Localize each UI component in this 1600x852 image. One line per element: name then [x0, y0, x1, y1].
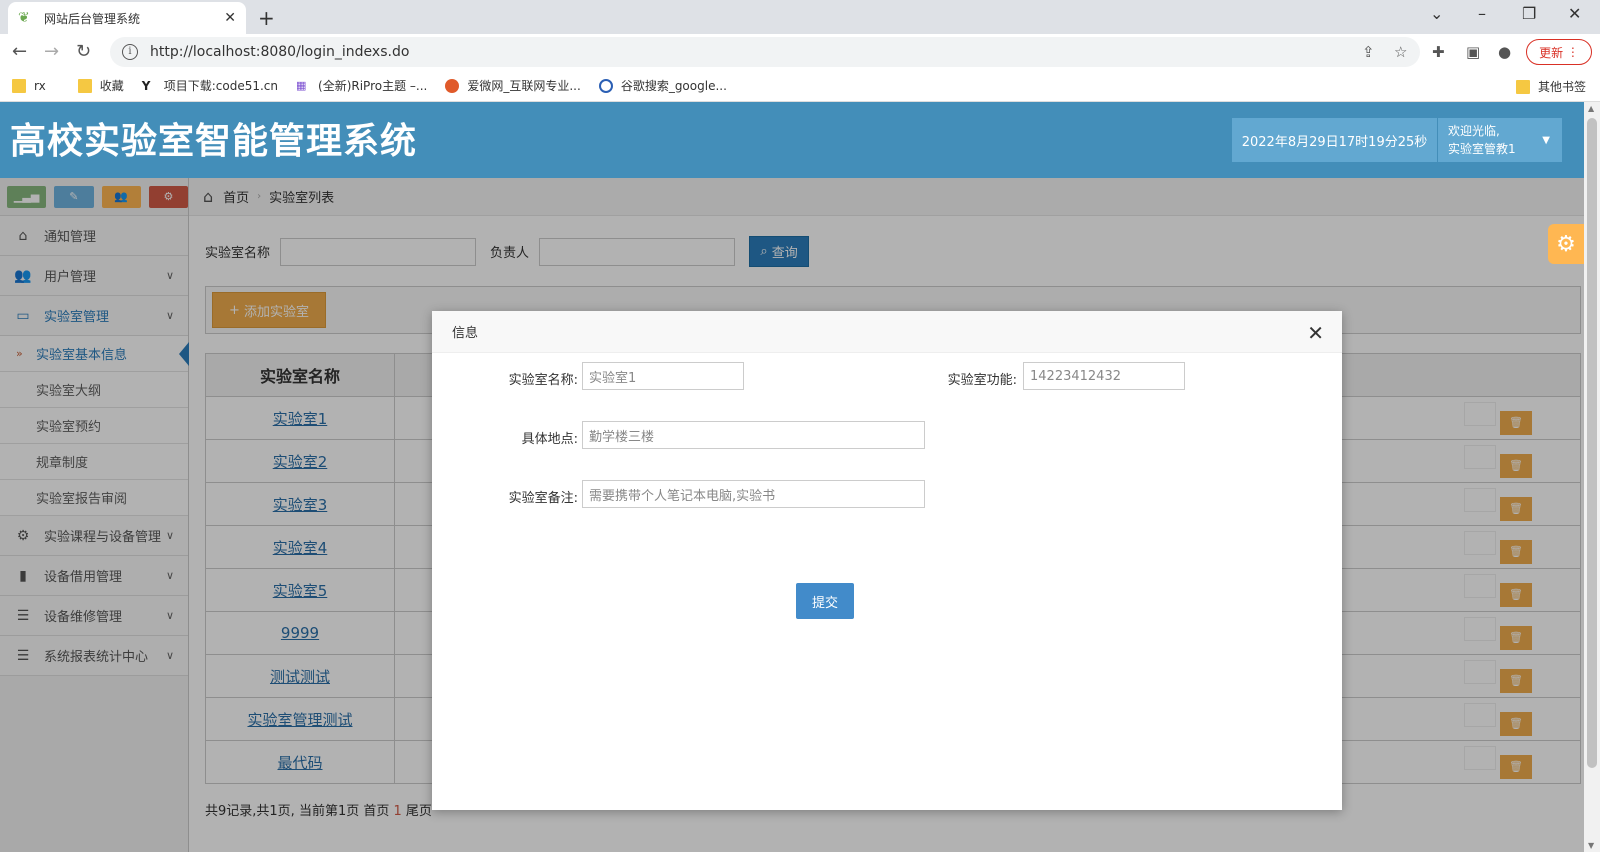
remark-field[interactable]: 需要携带个人笔记本电脑,实验书	[582, 480, 925, 508]
bookmark-label: 收藏	[99, 79, 124, 93]
info-dialog: 信息 ✕ 实验室名称: 实验室1 实验室功能: 14223412432 具体地点…	[432, 311, 1342, 810]
remark-label: 实验室备注:	[508, 491, 578, 506]
lab-function-field[interactable]: 14223412432	[1023, 362, 1185, 390]
share-icon[interactable]: ⇪	[1362, 43, 1375, 61]
dialog-header: 信息	[432, 311, 1342, 353]
browser-tab[interactable]: ❦ 网站后台管理系统 ✕	[8, 2, 246, 34]
welcome-text: 欢迎光临,	[1448, 124, 1500, 138]
forward-icon[interactable]: →	[44, 41, 59, 62]
new-tab-icon[interactable]: +	[258, 6, 275, 30]
submit-button[interactable]: 提交	[796, 583, 854, 619]
sidepanel-icon[interactable]: ▣	[1466, 43, 1480, 61]
back-icon[interactable]: ←	[12, 41, 27, 62]
other-bookmarks-label: 其他书签	[1537, 80, 1586, 94]
app-title: 高校实验室智能管理系统	[10, 121, 418, 162]
restore-icon[interactable]: ❐	[1522, 4, 1536, 23]
caret-down-icon: ▼	[1542, 135, 1550, 146]
update-button[interactable]: 更新 ⋮	[1526, 39, 1592, 65]
folder-icon	[1515, 79, 1530, 94]
bookmark-item[interactable]: rx	[12, 78, 46, 93]
scroll-down-icon[interactable]: ▼	[1588, 841, 1594, 850]
y-logo-icon: Y	[141, 78, 151, 93]
folder-icon	[77, 78, 92, 93]
browser-tab-strip: ❦ 网站后台管理系统 ✕ + ⌄ – ❐ ✕	[0, 0, 1600, 34]
location-label: 具体地点:	[521, 432, 578, 447]
site-info-icon[interactable]: i	[122, 44, 138, 60]
user-menu[interactable]: 欢迎光临, 实验室管教1 ▼	[1438, 118, 1562, 162]
scrollbar-thumb[interactable]	[1587, 118, 1597, 768]
reload-icon[interactable]: ↻	[76, 41, 91, 62]
bookmark-label: (全新)RiPro主题 –...	[318, 79, 428, 93]
dialog-title: 信息	[452, 326, 479, 341]
leaf-icon: ❦	[18, 10, 30, 26]
bookmark-label: 项目下载:code51.cn	[163, 79, 279, 93]
bookmark-label: 谷歌搜索_google...	[620, 79, 727, 93]
aiwei-icon	[445, 78, 460, 93]
scroll-up-icon[interactable]: ▲	[1588, 104, 1594, 113]
location-field[interactable]: 勤学楼三楼	[582, 421, 925, 449]
minimize-icon[interactable]: –	[1478, 4, 1486, 23]
lab-name-field[interactable]: 实验室1	[582, 362, 744, 390]
user-name: 实验室管教1	[1448, 142, 1516, 156]
update-label: 更新	[1539, 45, 1564, 60]
settings-gear-icon[interactable]: ⚙	[1548, 224, 1584, 264]
bookmark-item[interactable]: 爱微网_互联网专业...	[445, 77, 581, 94]
bookmark-item[interactable]: ▦ (全新)RiPro主题 –...	[296, 77, 427, 94]
star-icon[interactable]: ☆	[1394, 43, 1407, 61]
window-close-icon[interactable]: ✕	[1568, 4, 1581, 23]
tab-title: 网站后台管理系统	[44, 11, 141, 26]
lab-name-label: 实验室名称:	[508, 373, 578, 388]
google-363-icon	[598, 78, 613, 93]
bookmark-label: rx	[34, 78, 46, 93]
submit-label: 提交	[811, 595, 838, 611]
profile-icon[interactable]: ●	[1498, 43, 1511, 61]
page-scrollbar[interactable]: ▲ ▼	[1584, 102, 1600, 852]
bookmark-item[interactable]: 收藏	[77, 77, 124, 94]
bookmark-label: 爱微网_互联网专业...	[467, 79, 581, 93]
address-bar[interactable]: i http://localhost:8080/login_indexs.do	[110, 37, 1420, 67]
folder-icon	[12, 78, 26, 93]
close-icon[interactable]: ✕	[1307, 321, 1324, 345]
bookmark-item[interactable]: 谷歌搜索_google...	[598, 77, 727, 94]
header-datetime: 2022年8月29日17时19分25秒	[1232, 118, 1437, 162]
browser-toolbar: ← → ↻ i http://localhost:8080/login_inde…	[0, 34, 1600, 70]
bookmark-item[interactable]: Y 项目下载:code51.cn	[142, 77, 278, 94]
lab-function-label: 实验室功能:	[947, 373, 1017, 388]
url-text: http://localhost:8080/login_indexs.do	[150, 44, 410, 60]
ripro-icon: ▦	[296, 78, 307, 92]
tab-search-icon[interactable]: ⌄	[1430, 4, 1443, 23]
extensions-icon[interactable]: ✚	[1432, 43, 1445, 61]
app-header: 高校实验室智能管理系统 2022年8月29日17时19分25秒 欢迎光临, 实验…	[0, 102, 1584, 178]
bookmarks-bar: rx 收藏 Y 项目下载:code51.cn ▦ (全新)RiPro主题 –... …	[0, 70, 1600, 102]
close-tab-icon[interactable]: ✕	[224, 10, 236, 26]
other-bookmarks[interactable]: 其他书签	[1515, 78, 1586, 95]
